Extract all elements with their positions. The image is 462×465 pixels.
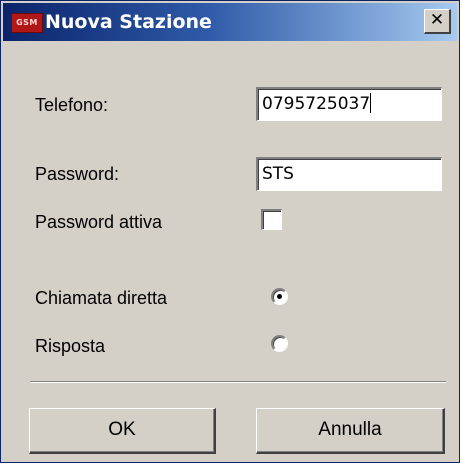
title-bar[interactable]: GSM Nuova Stazione ✕ xyxy=(3,3,457,41)
radio-selected-dot xyxy=(277,294,282,299)
password-label: Password: xyxy=(35,164,120,184)
answer-label: Risposta xyxy=(35,336,106,356)
cancel-button[interactable]: Annulla xyxy=(256,408,445,454)
direct-call-radio[interactable] xyxy=(271,288,288,305)
ok-button[interactable]: OK xyxy=(29,408,216,454)
phone-value: 0795725037 xyxy=(262,94,371,114)
password-active-label: Password attiva xyxy=(35,212,163,232)
password-input[interactable]: STS xyxy=(256,157,442,191)
password-value: STS xyxy=(262,164,294,184)
dialog-window: GSM Nuova Stazione ✕ Telefono: 079572503… xyxy=(0,0,460,463)
separator-line xyxy=(30,381,446,383)
phone-label: Telefono: xyxy=(35,95,109,115)
direct-call-label: Chiamata diretta xyxy=(35,288,168,308)
password-active-checkbox[interactable] xyxy=(261,209,282,230)
text-caret xyxy=(370,93,372,113)
answer-radio[interactable] xyxy=(271,335,288,352)
close-button[interactable]: ✕ xyxy=(424,9,451,34)
window-title: Nuova Stazione xyxy=(45,11,212,33)
phone-input[interactable]: 0795725037 xyxy=(256,87,442,121)
close-icon: ✕ xyxy=(429,10,445,30)
gsm-app-icon: GSM xyxy=(11,13,43,33)
